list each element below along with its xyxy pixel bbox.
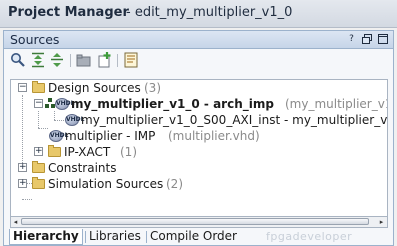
project-manager-bar: Project Manager - edit_my_multiplier_v1_… (0, 0, 397, 28)
sources-panel: Sources ? − Design Sources (3) − VHDL my… (3, 30, 394, 246)
tree-row-multiplier[interactable]: VHDL multiplier - IMP (multiplier.vhd) (11, 128, 387, 144)
folder-icon (32, 161, 45, 173)
top-module-file: (my_multiplier_v1_0 (285, 97, 387, 111)
watermark: fpgadeveloper (266, 230, 353, 243)
tree-row-ip-xact[interactable]: + IP-XACT (1) (11, 144, 387, 160)
expand-toggle[interactable]: + (18, 179, 27, 188)
multiplier-label: multiplier - IMP (65, 129, 156, 143)
question-icon[interactable]: ? (346, 34, 357, 45)
expand-all-icon[interactable] (49, 52, 65, 68)
collapse-all-icon[interactable] (30, 52, 46, 68)
axi-inst-label: my_multiplier_v1_0_S00_AXI_inst - my_mul… (81, 113, 388, 127)
simulation-sources-count: (2) (166, 177, 183, 191)
expand-toggle[interactable]: + (34, 147, 43, 156)
tree-row-constraints[interactable]: + Constraints (11, 160, 387, 176)
vhdl-file-icon: VHDL (65, 114, 84, 126)
tab-compile-order[interactable]: Compile Order (146, 229, 240, 245)
tree-row-top-module[interactable]: − VHDL my_multiplier_v1_0 - arch_imp (my… (11, 96, 387, 112)
tree-row-simulation-sources[interactable]: + Simulation Sources (2) (11, 176, 387, 192)
properties-icon[interactable] (123, 52, 139, 68)
simulation-sources-label: Simulation Sources (48, 177, 164, 191)
scroll-thumb[interactable] (21, 218, 369, 225)
scroll-left-icon[interactable]: ◂ (11, 218, 20, 226)
tab-libraries[interactable]: Libraries (85, 229, 144, 245)
sources-tree: − Design Sources (3) − VHDL my_multiplie… (10, 79, 388, 217)
window-title: Project Manager (8, 5, 129, 20)
scroll-right-icon[interactable]: ▸ (377, 218, 386, 226)
design-sources-label: Design Sources (48, 81, 141, 95)
ip-xact-count: (1) (120, 145, 137, 159)
multiplier-file: (multiplier.vhd) (168, 129, 260, 143)
collapse-toggle[interactable]: − (34, 99, 43, 108)
sources-header: Sources ? (4, 31, 393, 49)
vhdl-file-icon: VHDL (49, 130, 68, 142)
restore-icon[interactable] (362, 34, 373, 45)
expand-toggle[interactable]: + (18, 163, 27, 172)
hierarchy-top-icon (45, 98, 55, 109)
horizontal-scrollbar[interactable]: ◂ ▸ (10, 217, 388, 228)
open-folder-icon[interactable] (76, 52, 92, 68)
project-name: - edit_my_multiplier_v1_0 (126, 5, 293, 20)
sources-title: Sources (10, 32, 60, 47)
ip-xact-label: IP-XACT (64, 145, 111, 159)
sources-tabs: Hierarchy Libraries Compile Order fpgade… (4, 229, 393, 245)
collapse-toggle[interactable]: − (18, 83, 27, 92)
folder-icon (32, 81, 45, 93)
folder-icon (32, 177, 45, 189)
tab-hierarchy[interactable]: Hierarchy (9, 229, 83, 245)
folder-icon (48, 145, 61, 157)
sources-toolbar (4, 49, 393, 73)
search-icon[interactable] (10, 52, 26, 68)
maximize-icon[interactable] (378, 34, 389, 45)
vhdl-file-icon: VHDL (55, 98, 74, 110)
constraints-label: Constraints (48, 161, 117, 175)
add-sources-icon[interactable] (96, 52, 112, 68)
design-sources-count: (3) (144, 81, 161, 95)
tree-row-axi-inst[interactable]: VHDL my_multiplier_v1_0_S00_AXI_inst - m… (11, 112, 388, 128)
tree-row-design-sources[interactable]: − Design Sources (3) (11, 80, 387, 96)
top-module-label: my_multiplier_v1_0 - arch_imp (71, 97, 274, 111)
